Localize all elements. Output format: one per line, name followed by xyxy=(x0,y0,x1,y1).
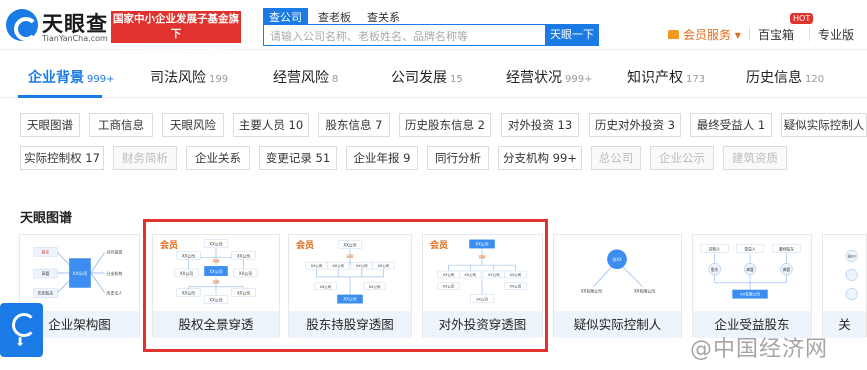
tab-enterprise-background[interactable]: 企业背景 999+ xyxy=(28,67,114,87)
tag-history-investment[interactable]: 历史对外投资 3 xyxy=(589,113,681,137)
tag-key-personnel[interactable]: 主要人员 10 xyxy=(233,113,309,137)
enterprise-structure-diagram: XX公司 股东 高管 历史股东 对外投资 分支机构 历史法人 xyxy=(33,247,123,298)
tag-outbound-investment[interactable]: 对外投资 13 xyxy=(501,113,579,137)
node-label: XX有限公司 xyxy=(634,289,655,294)
tab-label: 公司发展 xyxy=(391,70,447,86)
node-label: 股东 xyxy=(711,267,719,272)
card-related[interactable]: 张XX 关 xyxy=(822,234,867,338)
download-arrow-icon: ⬇ xyxy=(15,335,26,349)
node-label: 高管 xyxy=(746,267,754,272)
tab-count: 999+ xyxy=(87,74,115,85)
tag-annual-report[interactable]: 企业年报 9 xyxy=(346,146,418,170)
tab-operation-risk[interactable]: 经营风险 8 xyxy=(273,67,338,87)
node-label: 对外投资 xyxy=(107,249,123,254)
top-header: 天眼查 TianYanCha.com 国家中小企业发展子基金旗下 官方备案企业征… xyxy=(0,0,867,55)
tag-risk[interactable]: 天眼风险 xyxy=(162,113,224,137)
node-label: XX有限公司 xyxy=(581,289,602,294)
node-label: 股东 xyxy=(42,249,50,254)
hot-badge: HOT xyxy=(790,13,814,24)
beneficial-shareholder-diagram: 控制人 受益人 最终股东 股东 高管 高管 XX有限公司 xyxy=(700,244,801,299)
pro-version-link[interactable]: 专业版 xyxy=(818,26,854,43)
card-label: 关 xyxy=(823,311,866,338)
tab-count: 120 xyxy=(805,74,825,85)
tag-graph[interactable]: 天眼图谱 xyxy=(20,113,80,137)
tab-label: 历史信息 xyxy=(746,70,802,86)
node-label: XX有限公司 xyxy=(740,292,760,297)
vip-service-label: 会员服务 xyxy=(683,28,732,42)
slogan-banner: 国家中小企业发展子基金旗下 官方备案企业征信机构 xyxy=(111,11,241,55)
related-diagram: 张XX xyxy=(845,249,858,300)
suspected-controller-diagram: 张XX XX有限公司 XX有限公司 xyxy=(581,249,655,294)
tab-count: 999+ xyxy=(565,74,593,85)
category-tab-bar: 企业背景 999+ 司法风险 199 经营风险 8 公司发展 15 经营状况 999+ 知… xyxy=(0,53,867,98)
tag-control-rights[interactable]: 实际控制权 17 xyxy=(20,146,104,170)
tag-change-records[interactable]: 变更记录 51 xyxy=(259,146,337,170)
tab-operation-status[interactable]: 经营状况 999+ xyxy=(506,67,592,87)
crown-icon xyxy=(668,30,679,39)
tab-count: 199 xyxy=(209,74,229,85)
active-tab-indicator xyxy=(18,95,102,98)
tab-label: 经营状况 xyxy=(506,70,562,86)
node-label: 分支机构 xyxy=(107,271,123,276)
tab-intellectual-property[interactable]: 知识产权 173 xyxy=(627,67,705,87)
node-label: 历史法人 xyxy=(107,291,123,296)
node-label: 高管 xyxy=(783,267,791,272)
tianyancha-logo-icon[interactable] xyxy=(6,9,38,41)
node-label: 最终股东 xyxy=(779,246,794,251)
watermark: @中国经济网 xyxy=(690,337,829,362)
tab-label: 司法风险 xyxy=(150,70,206,86)
tab-company-development[interactable]: 公司发展 15 xyxy=(391,67,463,87)
divider xyxy=(749,27,750,41)
node-label: 控制人 xyxy=(709,246,720,251)
tab-count: 15 xyxy=(450,74,463,85)
tab-label: 知识产权 xyxy=(627,70,683,86)
tag-peer-analysis[interactable]: 同行分析 xyxy=(427,146,489,170)
tag-construction-qualification: 建筑资质 xyxy=(723,146,787,170)
card-beneficial-shareholder[interactable]: 控制人 受益人 最终股东 股东 高管 高管 XX有限公司 企业受益股东 xyxy=(692,234,812,338)
node-label: 历史股东 xyxy=(38,291,54,296)
search-button[interactable]: 天眼一下 xyxy=(545,24,599,46)
search-input[interactable]: 请输入公司名称、老板姓名、品牌名称等 xyxy=(263,24,546,46)
card-label: 疑似实际控制人 xyxy=(554,311,681,338)
vip-service-menu[interactable]: 会员服务 ▾ xyxy=(668,26,741,43)
node-label: 受益人 xyxy=(744,246,755,251)
tag-head-office: 总公司 xyxy=(591,146,641,170)
node-label: XX公司 xyxy=(73,271,88,277)
slogan-line-1: 国家中小企业发展子基金旗下 xyxy=(113,13,239,40)
highlight-box xyxy=(143,219,548,352)
tab-label: 企业背景 xyxy=(28,70,84,86)
divider xyxy=(809,27,810,41)
chevron-down-icon: ▾ xyxy=(731,28,741,42)
tag-enterprise-relation[interactable]: 企业关系 xyxy=(186,146,250,170)
tab-judicial-risk[interactable]: 司法风险 199 xyxy=(150,67,228,87)
tag-business-info[interactable]: 工商信息 xyxy=(89,113,153,137)
tag-ultimate-beneficiary[interactable]: 最终受益人 1 xyxy=(690,113,772,137)
card-suspected-controller[interactable]: 张XX XX有限公司 XX有限公司 疑似实际控制人 xyxy=(553,234,682,338)
tag-branches[interactable]: 分支机构 99+ xyxy=(498,146,582,170)
tab-history-info[interactable]: 历史信息 120 xyxy=(746,67,824,87)
node-label: 张XX xyxy=(612,257,622,262)
node-label: 张XX xyxy=(848,254,857,259)
tab-count: 8 xyxy=(332,74,339,85)
tab-label: 经营风险 xyxy=(273,70,329,86)
treasure-box-link[interactable]: 百宝箱 xyxy=(758,26,794,43)
tag-enterprise-disclosure: 企业公示 xyxy=(650,146,714,170)
node-label: 高管 xyxy=(42,271,50,276)
tag-history-shareholder[interactable]: 历史股东信息 2 xyxy=(399,113,491,137)
tab-count: 173 xyxy=(686,74,706,85)
section-title: 天眼图谱 xyxy=(20,211,73,226)
tag-shareholder-info[interactable]: 股东信息 7 xyxy=(318,113,390,137)
brand-domain: TianYanCha.com xyxy=(42,34,108,43)
tag-suspected-controller[interactable]: 疑似实际控制人 xyxy=(781,113,867,137)
tag-financial-analysis: 财务简析 xyxy=(113,146,177,170)
